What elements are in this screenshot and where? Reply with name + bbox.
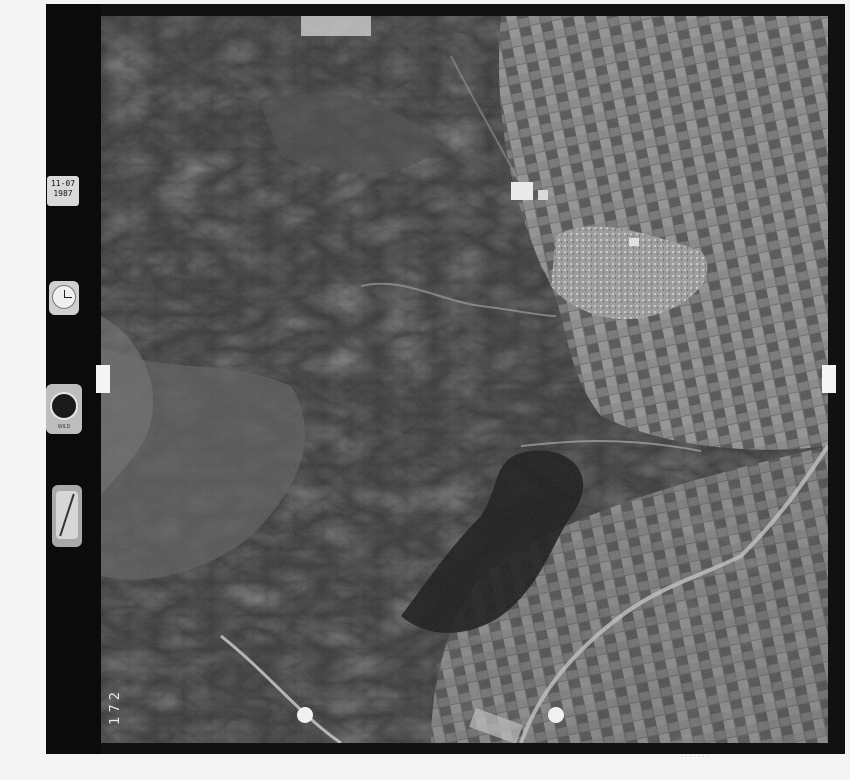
- level-bubble: [50, 392, 78, 420]
- aerial-photo: [101, 16, 828, 743]
- instrument-strip: [46, 4, 101, 754]
- fiducial-mark-right: [548, 707, 564, 723]
- clock-hand-minute: [64, 297, 72, 298]
- date-day-month: 11-07: [50, 179, 76, 188]
- date-year: 1987: [53, 189, 73, 198]
- right-notch: [822, 365, 836, 393]
- level-bubble-icon: WILD: [46, 384, 82, 434]
- clock-icon: [49, 281, 79, 315]
- edge-code: .......: [680, 751, 710, 759]
- level-label: WILD: [57, 424, 71, 430]
- fiducial-mark-left: [297, 707, 313, 723]
- left-notch: [96, 365, 110, 393]
- aerial-photo-canvas: [101, 16, 828, 743]
- frame-number: 172: [108, 688, 123, 725]
- date-counter: 11-07 1987: [47, 176, 79, 206]
- altimeter-icon: [52, 485, 82, 547]
